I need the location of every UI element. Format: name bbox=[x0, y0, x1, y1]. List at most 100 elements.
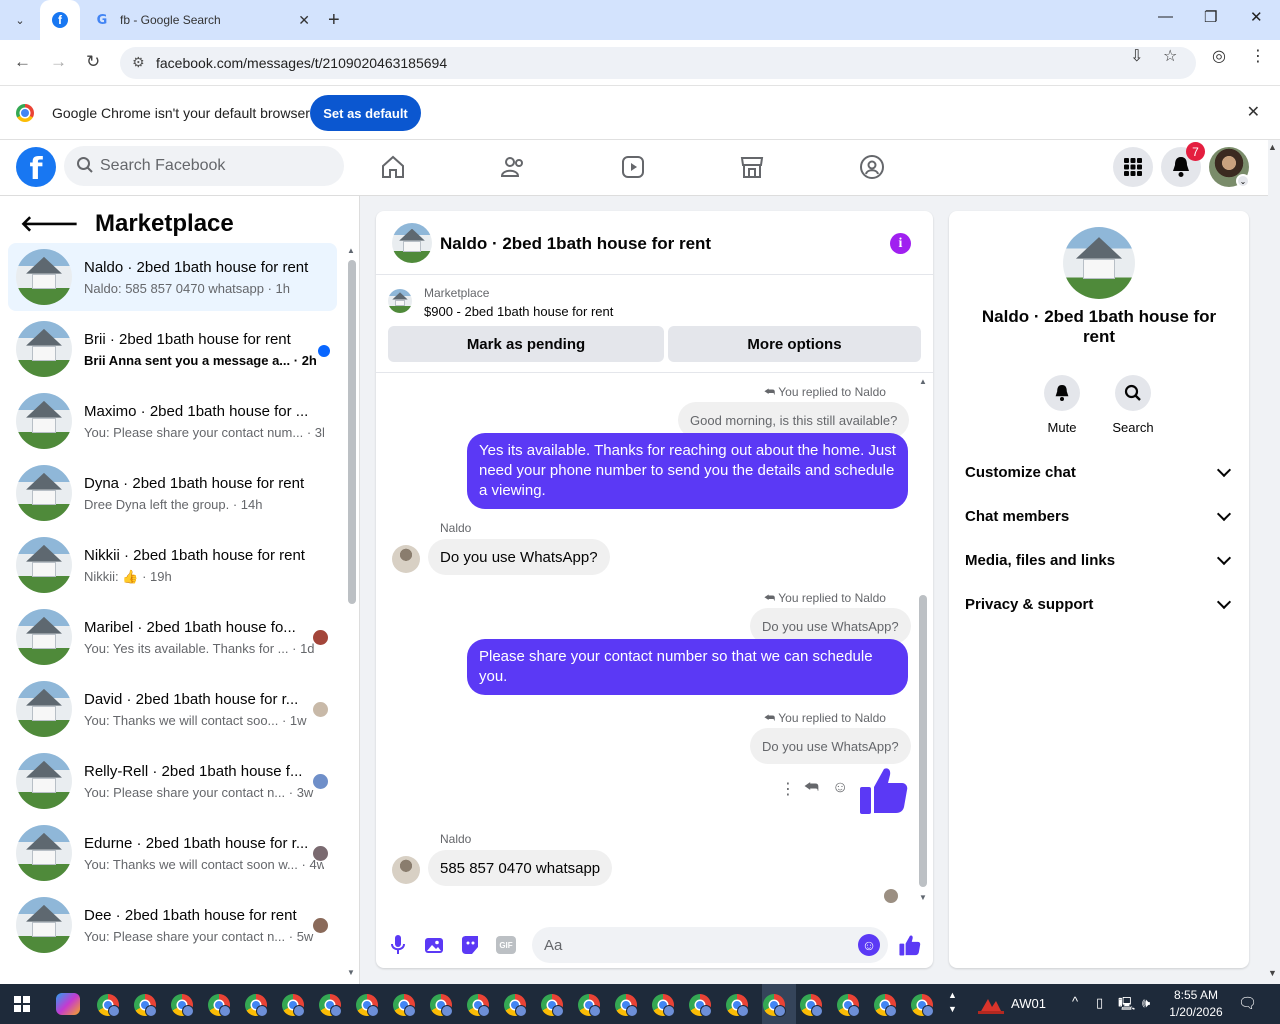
facebook-search-input[interactable]: Search Facebook bbox=[64, 146, 344, 186]
volume-icon[interactable]: 🕪 bbox=[1142, 995, 1150, 1011]
chrome-taskbar-icon[interactable] bbox=[837, 994, 860, 1017]
back-icon[interactable]: ← bbox=[14, 52, 31, 72]
infobar-close-icon[interactable]: ✕ bbox=[1247, 102, 1260, 122]
chrome-taskbar-icon[interactable] bbox=[208, 994, 231, 1017]
scroll-down-icon[interactable]: ▼ bbox=[919, 893, 927, 902]
message-input[interactable]: Aa ☺ bbox=[532, 927, 888, 963]
listing-thumbnail[interactable] bbox=[388, 289, 412, 313]
chrome-taskbar-icon[interactable] bbox=[911, 994, 934, 1017]
chat-members-row[interactable]: Chat members bbox=[965, 494, 1237, 538]
device-icon[interactable]: ▯ bbox=[1096, 995, 1103, 1011]
chrome-taskbar-icon[interactable] bbox=[430, 994, 453, 1017]
search-button[interactable]: Search bbox=[1103, 375, 1163, 435]
chrome-taskbar-icon[interactable] bbox=[282, 994, 305, 1017]
profile-icon[interactable]: ◎ bbox=[1212, 46, 1226, 66]
chat-scrollbar[interactable] bbox=[919, 595, 927, 887]
network-icon[interactable]: 🖳 bbox=[1118, 995, 1135, 1017]
chrome-taskbar-icon[interactable] bbox=[134, 994, 157, 1017]
mark-pending-button[interactable]: Mark as pending bbox=[388, 326, 664, 362]
aw01-label[interactable]: AW01 bbox=[1011, 996, 1046, 1011]
copilot-icon[interactable] bbox=[56, 993, 80, 1015]
more-actions-icon[interactable]: ⋮ bbox=[780, 779, 796, 799]
chrome-taskbar-icon[interactable] bbox=[171, 994, 194, 1017]
marketplace-icon[interactable] bbox=[739, 154, 765, 180]
video-icon[interactable] bbox=[620, 154, 646, 180]
naldo-avatar[interactable] bbox=[392, 545, 420, 573]
thumbs-up-send-icon[interactable] bbox=[899, 934, 921, 956]
customize-chat-row[interactable]: Customize chat bbox=[965, 450, 1237, 494]
address-bar[interactable]: ⚙ facebook.com/messages/t/21090204631856… bbox=[120, 47, 1196, 79]
conversation-item[interactable]: Maribel · 2bed 1bath house fo... You: Yes… bbox=[8, 603, 337, 671]
clock[interactable]: 8:55 AM 1/20/2026 bbox=[1164, 988, 1228, 1019]
new-tab-button[interactable]: + bbox=[328, 10, 340, 30]
conversation-item[interactable]: Nikkii · 2bed 1bath house for rent Nikkii… bbox=[8, 531, 337, 599]
tab-search-dropdown[interactable]: ⌄ bbox=[8, 8, 32, 32]
home-icon[interactable] bbox=[380, 154, 406, 180]
more-options-button[interactable]: More options bbox=[668, 326, 921, 362]
restore-icon[interactable]: ❐ bbox=[1204, 8, 1217, 26]
reply-icon[interactable]: ⮪ bbox=[804, 779, 819, 797]
listing-title[interactable]: $900 - 2bed 1bath house for rent bbox=[424, 304, 613, 319]
scroll-up-icon[interactable]: ▲ bbox=[347, 246, 355, 255]
chrome-taskbar-icon[interactable] bbox=[97, 994, 120, 1017]
chat-avatar[interactable] bbox=[392, 223, 432, 263]
page-scroll-down-icon[interactable]: ▼ bbox=[1268, 968, 1277, 978]
naldo-avatar[interactable] bbox=[392, 856, 420, 884]
chrome-taskbar-icon[interactable] bbox=[319, 994, 342, 1017]
chrome-taskbar-icon[interactable] bbox=[800, 994, 823, 1017]
minimize-icon[interactable]: — bbox=[1158, 8, 1173, 25]
chrome-taskbar-icon[interactable] bbox=[356, 994, 379, 1017]
notification-center-icon[interactable]: 🗨 bbox=[1238, 994, 1257, 1012]
menu-grid-button[interactable] bbox=[1113, 147, 1153, 187]
reload-icon[interactable]: ↻ bbox=[86, 52, 100, 72]
chrome-taskbar-icon[interactable] bbox=[245, 994, 268, 1017]
chrome-taskbar-icon[interactable] bbox=[393, 994, 416, 1017]
thumbs-up-sticker-icon[interactable] bbox=[860, 765, 908, 815]
tab-close-icon[interactable]: ✕ bbox=[298, 12, 310, 29]
outgoing-message[interactable]: Please share your contact number so that… bbox=[467, 639, 908, 695]
chrome-taskbar-icon[interactable] bbox=[689, 994, 712, 1017]
groups-icon[interactable] bbox=[859, 154, 885, 180]
conversation-item[interactable]: David · 2bed 1bath house for r... You: Th… bbox=[8, 675, 337, 743]
incoming-message[interactable]: Do you use WhatsApp? bbox=[428, 539, 610, 575]
tab-facebook[interactable]: f bbox=[40, 0, 80, 40]
taskbar-overflow-icon[interactable]: ▲ ▼ bbox=[948, 988, 957, 1016]
sticker-icon[interactable] bbox=[459, 934, 481, 956]
forward-icon[interactable]: → bbox=[50, 52, 67, 72]
conversation-item[interactable]: Edurne · 2bed 1bath house for r... You: T… bbox=[8, 819, 337, 887]
privacy-support-row[interactable]: Privacy & support bbox=[965, 582, 1237, 626]
gif-icon[interactable]: GIF bbox=[495, 934, 517, 956]
media-files-links-row[interactable]: Media, files and links bbox=[965, 538, 1237, 582]
mute-button[interactable]: Mute bbox=[1032, 375, 1092, 435]
quoted-message[interactable]: Do you use WhatsApp? bbox=[750, 728, 911, 764]
menu-kebab-icon[interactable]: ⋮ bbox=[1250, 46, 1266, 66]
bookmark-star-icon[interactable]: ☆ bbox=[1163, 46, 1177, 66]
emoji-icon[interactable]: ☺ bbox=[858, 934, 880, 956]
chevron-down-icon[interactable]: ⌄ bbox=[1236, 174, 1250, 188]
microphone-icon[interactable] bbox=[387, 934, 409, 956]
conversation-item[interactable]: Dyna · 2bed 1bath house for rent Dree Dyn… bbox=[8, 459, 337, 527]
back-arrow-icon[interactable]: 🡐 bbox=[20, 211, 79, 237]
chrome-taskbar-icon[interactable] bbox=[763, 994, 786, 1017]
sidebar-scrollbar[interactable] bbox=[348, 260, 356, 604]
chat-title[interactable]: Naldo · 2bed 1bath house for rent bbox=[440, 234, 711, 254]
incoming-message[interactable]: 585 857 0470 whatsapp bbox=[428, 850, 613, 886]
react-emoji-icon[interactable]: ☺ bbox=[832, 779, 848, 797]
set-default-button[interactable]: Set as default bbox=[310, 95, 421, 131]
scroll-up-icon[interactable]: ▲ bbox=[919, 377, 927, 386]
tray-expand-icon[interactable]: ^ bbox=[1072, 994, 1078, 1009]
aw01-app-icon[interactable] bbox=[978, 993, 1004, 1015]
conversation-item[interactable]: Relly-Rell · 2bed 1bath house f... You: P… bbox=[8, 747, 337, 815]
chrome-taskbar-icon[interactable] bbox=[726, 994, 749, 1017]
conversation-item[interactable]: Maximo · 2bed 1bath house for ... You: Pl… bbox=[8, 387, 337, 455]
install-app-icon[interactable]: ⇩ bbox=[1130, 46, 1143, 66]
conversation-item[interactable]: Naldo · 2bed 1bath house for rent Naldo: … bbox=[8, 243, 337, 311]
scroll-down-icon[interactable]: ▼ bbox=[347, 968, 355, 977]
friends-icon[interactable] bbox=[500, 154, 526, 180]
chrome-taskbar-icon[interactable] bbox=[652, 994, 675, 1017]
chrome-taskbar-icon[interactable] bbox=[615, 994, 638, 1017]
chrome-taskbar-icon[interactable] bbox=[467, 994, 490, 1017]
outgoing-message[interactable]: Yes its available. Thanks for reaching o… bbox=[467, 433, 908, 509]
tab-google-search[interactable]: G fb - Google Search ✕ bbox=[84, 0, 320, 40]
chrome-taskbar-icon[interactable] bbox=[874, 994, 897, 1017]
